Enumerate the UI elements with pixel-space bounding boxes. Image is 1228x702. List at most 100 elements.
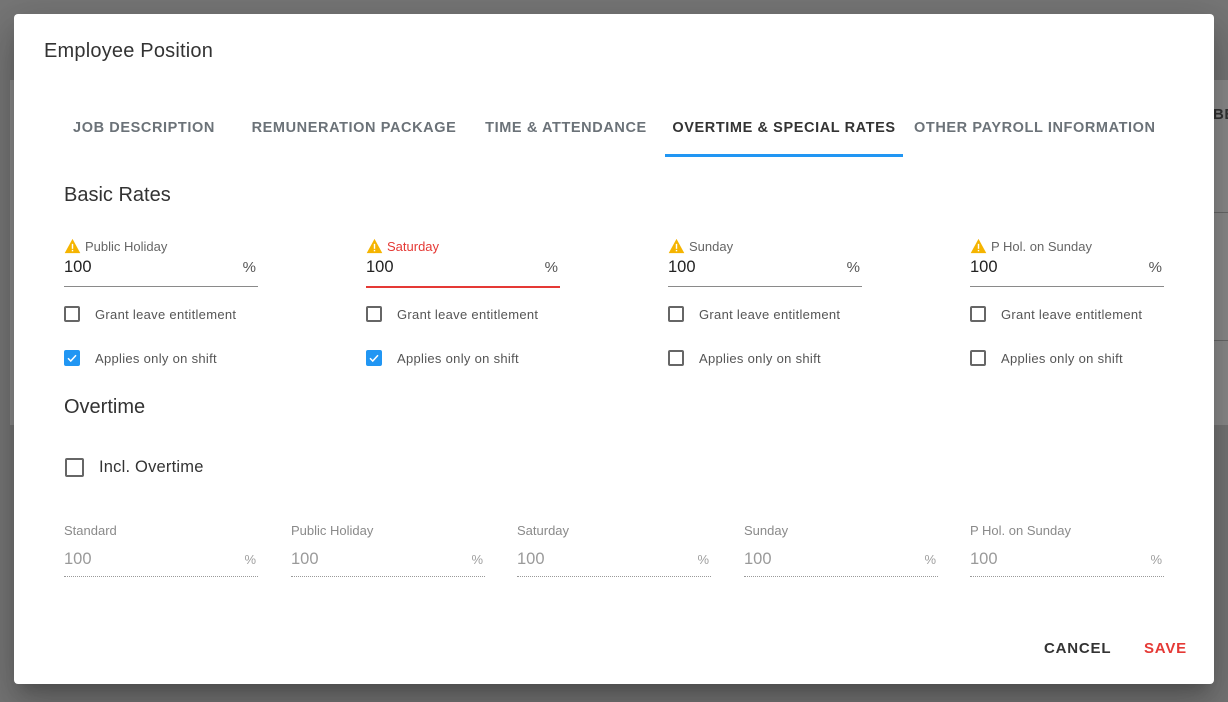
rate-field[interactable]: Sunday 100% [668, 236, 862, 292]
percent-suffix: % [1150, 552, 1162, 567]
overtime-rate-field: Public Holiday 100% [291, 520, 485, 577]
checkbox-label: Grant leave entitlement [95, 306, 237, 322]
grant-leave-checkbox[interactable]: Grant leave entitlement [366, 306, 538, 322]
checkbox-unchecked[interactable] [366, 306, 382, 322]
grant-leave-checkbox[interactable]: Grant leave entitlement [668, 306, 840, 322]
field-label: P Hol. on Sunday [970, 523, 1071, 538]
incl-overtime-label: Incl. Overtime [99, 458, 204, 476]
checkbox-unchecked[interactable] [970, 306, 986, 322]
background-divider [1214, 212, 1228, 213]
field-value[interactable]: 100 [64, 258, 92, 277]
field-underline [366, 286, 560, 288]
checkbox-unchecked[interactable] [970, 350, 986, 366]
checkbox-unchecked[interactable] [64, 306, 80, 322]
checkbox-unchecked[interactable] [668, 306, 684, 322]
field-underline [291, 576, 485, 577]
warning-icon [366, 238, 383, 254]
checkbox-label: Applies only on shift [1001, 350, 1123, 366]
tab-other-payroll-information[interactable]: OTHER PAYROLL INFORMATION [914, 102, 1155, 156]
field-label: Public Holiday [291, 523, 374, 538]
field-underline [970, 576, 1164, 577]
field-underline [64, 576, 258, 577]
field-label: Standard [64, 523, 117, 538]
checkbox-box[interactable] [65, 458, 84, 477]
percent-suffix: % [924, 552, 936, 567]
field-label: Saturday [387, 239, 440, 254]
field-value[interactable]: 100 [668, 258, 696, 277]
checkbox-label: Applies only on shift [397, 350, 519, 366]
warning-icon [668, 238, 685, 254]
rate-field[interactable]: Public Holiday 100% [64, 236, 258, 292]
overtime-rate-field: Saturday 100% [517, 520, 711, 577]
percent-suffix: % [471, 552, 483, 567]
tab-time-attendance[interactable]: TIME & ATTENDANCE [476, 102, 656, 156]
checkbox-unchecked[interactable] [668, 350, 684, 366]
field-underline [970, 286, 1164, 287]
field-label-row: Public Holiday [64, 236, 167, 254]
incl-overtime-checkbox[interactable]: Incl. Overtime [65, 458, 204, 477]
warning-icon [970, 238, 987, 254]
background-header-text: BE [1213, 106, 1228, 123]
overtime-rate-field: P Hol. on Sunday 100% [970, 520, 1164, 577]
checkbox-label: Grant leave entitlement [1001, 306, 1143, 322]
grant-leave-checkbox[interactable]: Grant leave entitlement [64, 306, 236, 322]
overtime-heading: Overtime [64, 396, 146, 418]
employee-position-dialog: Employee Position JOB DESCRIPTION REMUNE… [14, 14, 1214, 684]
percent-suffix: % [1148, 259, 1162, 276]
field-value: 100 [517, 550, 545, 568]
overtime-rate-field: Standard 100% [64, 520, 258, 577]
field-underline [668, 286, 862, 287]
grant-leave-checkbox[interactable]: Grant leave entitlement [970, 306, 1142, 322]
percent-suffix: % [544, 259, 558, 276]
percent-suffix: % [242, 259, 256, 276]
basic-rates-heading: Basic Rates [64, 184, 171, 206]
field-label: Public Holiday [85, 239, 168, 254]
overtime-rate-field: Sunday 100% [744, 520, 938, 577]
field-value[interactable]: 100 [366, 258, 394, 277]
percent-suffix: % [697, 552, 709, 567]
field-label: Sunday [689, 239, 734, 254]
field-value: 100 [744, 550, 772, 568]
checkbox-label: Grant leave entitlement [397, 306, 539, 322]
warning-icon [64, 238, 81, 254]
applies-only-on-shift-checkbox[interactable]: Applies only on shift [668, 350, 821, 366]
field-underline [517, 576, 711, 577]
dialog-title: Employee Position [44, 40, 214, 62]
applies-only-on-shift-checkbox[interactable]: Applies only on shift [366, 350, 519, 366]
checkbox-label: Applies only on shift [95, 350, 217, 366]
checkbox-label: Applies only on shift [699, 350, 821, 366]
save-button[interactable]: SAVE [1144, 638, 1187, 660]
rate-field[interactable]: Saturday 100% [366, 236, 560, 292]
field-label-row: Sunday [744, 520, 788, 538]
field-value: 100 [970, 550, 998, 568]
field-underline [744, 576, 938, 577]
active-tab-indicator [665, 154, 903, 157]
rate-field[interactable]: P Hol. on Sunday 100% [970, 236, 1164, 292]
field-underline [64, 286, 258, 287]
field-label: Saturday [517, 523, 570, 538]
field-label-row: Sunday [668, 236, 733, 254]
checkbox-checked[interactable] [366, 350, 382, 366]
percent-suffix: % [846, 259, 860, 276]
applies-only-on-shift-checkbox[interactable]: Applies only on shift [64, 350, 217, 366]
field-value: 100 [64, 550, 92, 568]
field-label: Sunday [744, 523, 789, 538]
tab-remuneration-package[interactable]: REMUNERATION PACKAGE [249, 102, 459, 156]
field-value: 100 [291, 550, 319, 568]
field-label: P Hol. on Sunday [991, 239, 1092, 254]
percent-suffix: % [244, 552, 256, 567]
field-label-row: Saturday [517, 520, 569, 538]
field-value[interactable]: 100 [970, 258, 998, 277]
tab-overtime-special-rates[interactable]: OVERTIME & SPECIAL RATES [665, 102, 903, 156]
checkbox-checked[interactable] [64, 350, 80, 366]
cancel-button[interactable]: CANCEL [1044, 638, 1111, 660]
field-label-row: Public Holiday [291, 520, 373, 538]
checkbox-label: Grant leave entitlement [699, 306, 841, 322]
field-label-row: P Hol. on Sunday [970, 520, 1071, 538]
tab-job-description[interactable]: JOB DESCRIPTION [54, 102, 234, 156]
background-divider [1214, 340, 1228, 341]
field-label-row: Standard [64, 520, 117, 538]
field-label-row: Saturday [366, 236, 439, 254]
tab-bar: JOB DESCRIPTION REMUNERATION PACKAGE TIM… [14, 102, 1214, 158]
applies-only-on-shift-checkbox[interactable]: Applies only on shift [970, 350, 1123, 366]
